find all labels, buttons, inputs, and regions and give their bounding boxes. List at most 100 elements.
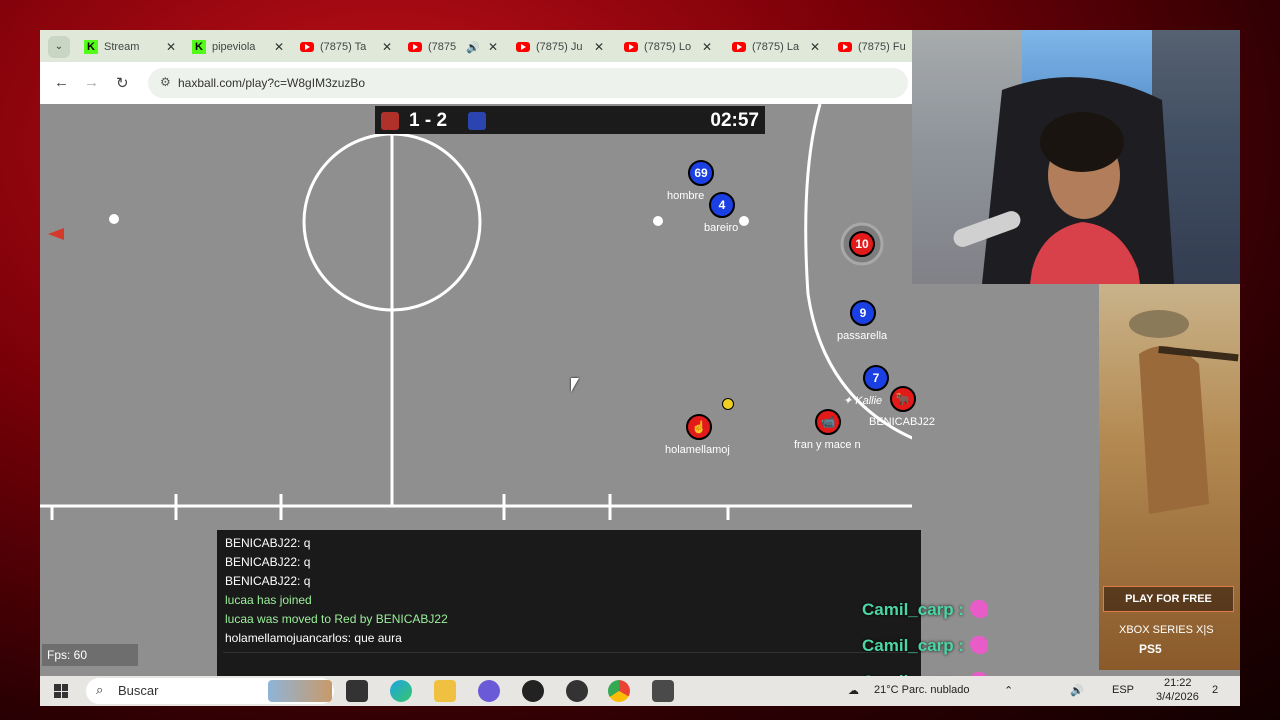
blue-team-badge: [468, 112, 486, 130]
tab-youtube-1[interactable]: (7875) Ta ✕: [300, 36, 392, 58]
close-icon[interactable]: ✕: [702, 40, 712, 54]
play-for-free-button[interactable]: PLAY FOR FREE: [1103, 586, 1234, 612]
chat-message: BENICABJ22: q: [225, 555, 311, 569]
weather-icon[interactable]: ☁: [848, 684, 859, 697]
pink-emote-icon: [970, 600, 989, 618]
close-icon[interactable]: ✕: [594, 40, 604, 54]
tab-title: Stream: [104, 41, 140, 53]
task-view-icon[interactable]: [346, 680, 368, 702]
url-text[interactable]: haxball.com/play?c=W8gIM3zuzBo: [178, 76, 365, 90]
chevron-up-icon[interactable]: ⌃: [1004, 684, 1013, 697]
player-name: BENICABJ22: [869, 416, 936, 428]
chat-input[interactable]: [223, 652, 915, 672]
red-team-badge: [381, 112, 399, 130]
tab-search-button[interactable]: ⌄: [48, 36, 70, 58]
webcam-overlay: [912, 30, 1240, 284]
search-placeholder: Buscar: [118, 683, 159, 698]
chat-message: lucaa has joined: [225, 593, 312, 607]
tab-youtube-2[interactable]: (7875 🔊 ✕: [408, 36, 498, 58]
chat-message: BENICABJ22: q: [225, 574, 311, 588]
tab-pipeviola[interactable]: K pipeviola ✕: [192, 36, 284, 58]
game-advertisement[interactable]: PLAY FOR FREE XBOX SERIES X|S PS5: [1099, 284, 1240, 670]
app-icon[interactable]: [478, 680, 500, 702]
forward-icon[interactable]: →: [84, 74, 99, 91]
speaker-icon[interactable]: 🔊: [466, 41, 480, 54]
player-disc: 10: [849, 231, 875, 257]
app-icon[interactable]: [566, 680, 588, 702]
pink-emote-icon: [970, 636, 989, 654]
close-icon[interactable]: ✕: [274, 40, 284, 54]
tab-youtube-3[interactable]: (7875) Ju ✕: [516, 36, 604, 58]
stream-chat-message: Camil_carp :: [862, 628, 1102, 664]
marker-dot: [109, 214, 119, 224]
screen: ⌄ K Stream ✕ K pipeviola ✕ (7875) Ta ✕ (…: [40, 30, 1240, 706]
tab-youtube-4[interactable]: (7875) Lo ✕: [624, 36, 712, 58]
marker-dot: [739, 216, 749, 226]
player-disc: 📹: [815, 409, 841, 435]
youtube-icon: [516, 42, 530, 52]
kick-icon: K: [84, 40, 98, 54]
player-name: bareiro: [704, 222, 739, 234]
match-timer: 02:57: [710, 110, 759, 131]
mouse-cursor-icon: [571, 378, 579, 392]
close-icon[interactable]: ✕: [488, 40, 498, 54]
site-info-icon[interactable]: ⚙: [160, 75, 171, 89]
weather-text[interactable]: 21°C Parc. nublado: [874, 684, 970, 696]
youtube-icon: [732, 42, 746, 52]
windows-taskbar: ⌕ Buscar ☁ 21°C Parc. nublado ⌃ 🔊 ESP 21…: [40, 676, 1240, 706]
player-disc: ☝: [686, 414, 712, 440]
stream-chat-user: Camil_carp :: [862, 636, 965, 655]
offscreen-arrow-icon: [48, 228, 64, 240]
clock-time[interactable]: 21:22: [1164, 677, 1192, 689]
close-icon[interactable]: ✕: [810, 40, 820, 54]
scoreboard: 1 - 2 02:57: [375, 106, 765, 134]
kick-icon: K: [192, 40, 206, 54]
chat-message: lucaa was moved to Red by BENICABJ22: [225, 612, 448, 626]
language-indicator[interactable]: ESP: [1112, 684, 1134, 696]
address-bar-row: ← → ↻ ⚙ haxball.com/play?c=W8gIM3zuzBo: [40, 62, 912, 104]
game-chat: BENICABJ22: q BENICABJ22: q BENICABJ22: …: [217, 530, 921, 676]
back-icon[interactable]: ←: [54, 74, 69, 91]
tab-title: (7875) Fu: [858, 41, 906, 53]
ps5-label: PS5: [1139, 642, 1162, 656]
youtube-icon: [300, 42, 314, 52]
tab-title: (7875) Lo: [644, 41, 692, 53]
game-ball: [722, 398, 734, 410]
tab-stream[interactable]: K Stream ✕: [84, 36, 176, 58]
calculator-icon[interactable]: [652, 680, 674, 702]
chrome-icon[interactable]: [608, 680, 630, 702]
player-disc: 4: [709, 192, 735, 218]
player-name: hombre: [667, 190, 705, 202]
stream-chat-user: Camil_carp :: [862, 600, 965, 619]
url-bar[interactable]: ⚙ haxball.com/play?c=W8gIM3zuzBo: [148, 68, 908, 98]
close-icon[interactable]: ✕: [166, 40, 176, 54]
soldier-artwork: [1129, 310, 1239, 514]
score: 1 - 2: [409, 110, 448, 131]
volume-icon[interactable]: 🔊: [1070, 684, 1084, 697]
chat-message: BENICABJ22: q: [225, 536, 311, 550]
windows-start-icon[interactable]: [54, 684, 68, 698]
youtube-icon: [624, 42, 638, 52]
search-icon: ⌕: [96, 682, 104, 697]
reload-icon[interactable]: ↻: [116, 74, 129, 92]
player-name: passarella: [837, 330, 888, 342]
chat-message: holamellamojuancarlos: que aura: [225, 631, 402, 645]
clock-date[interactable]: 3/4/2026: [1156, 691, 1199, 703]
tab-youtube-6[interactable]: (7875) Fu: [838, 36, 910, 58]
taskbar-search[interactable]: ⌕ Buscar: [86, 678, 334, 704]
search-highlight-image: [268, 680, 332, 702]
xbox-label: XBOX SERIES X|S: [1119, 624, 1214, 636]
fps-counter: Fps: 60: [42, 644, 138, 666]
close-icon[interactable]: ✕: [382, 40, 392, 54]
player-disc: 🐂: [890, 386, 916, 412]
edge-icon[interactable]: [390, 680, 412, 702]
tab-strip: ⌄ K Stream ✕ K pipeviola ✕ (7875) Ta ✕ (…: [40, 30, 912, 62]
tab-youtube-5[interactable]: (7875) La ✕: [732, 36, 820, 58]
tab-title: (7875) Ta: [320, 41, 367, 53]
obs-icon[interactable]: [522, 680, 544, 702]
marker-dot: [653, 216, 663, 226]
player-name: holamellamoj: [665, 444, 730, 456]
streamer-figure: [912, 30, 1240, 284]
file-explorer-icon[interactable]: [434, 680, 456, 702]
notification-count[interactable]: 2: [1212, 684, 1218, 696]
